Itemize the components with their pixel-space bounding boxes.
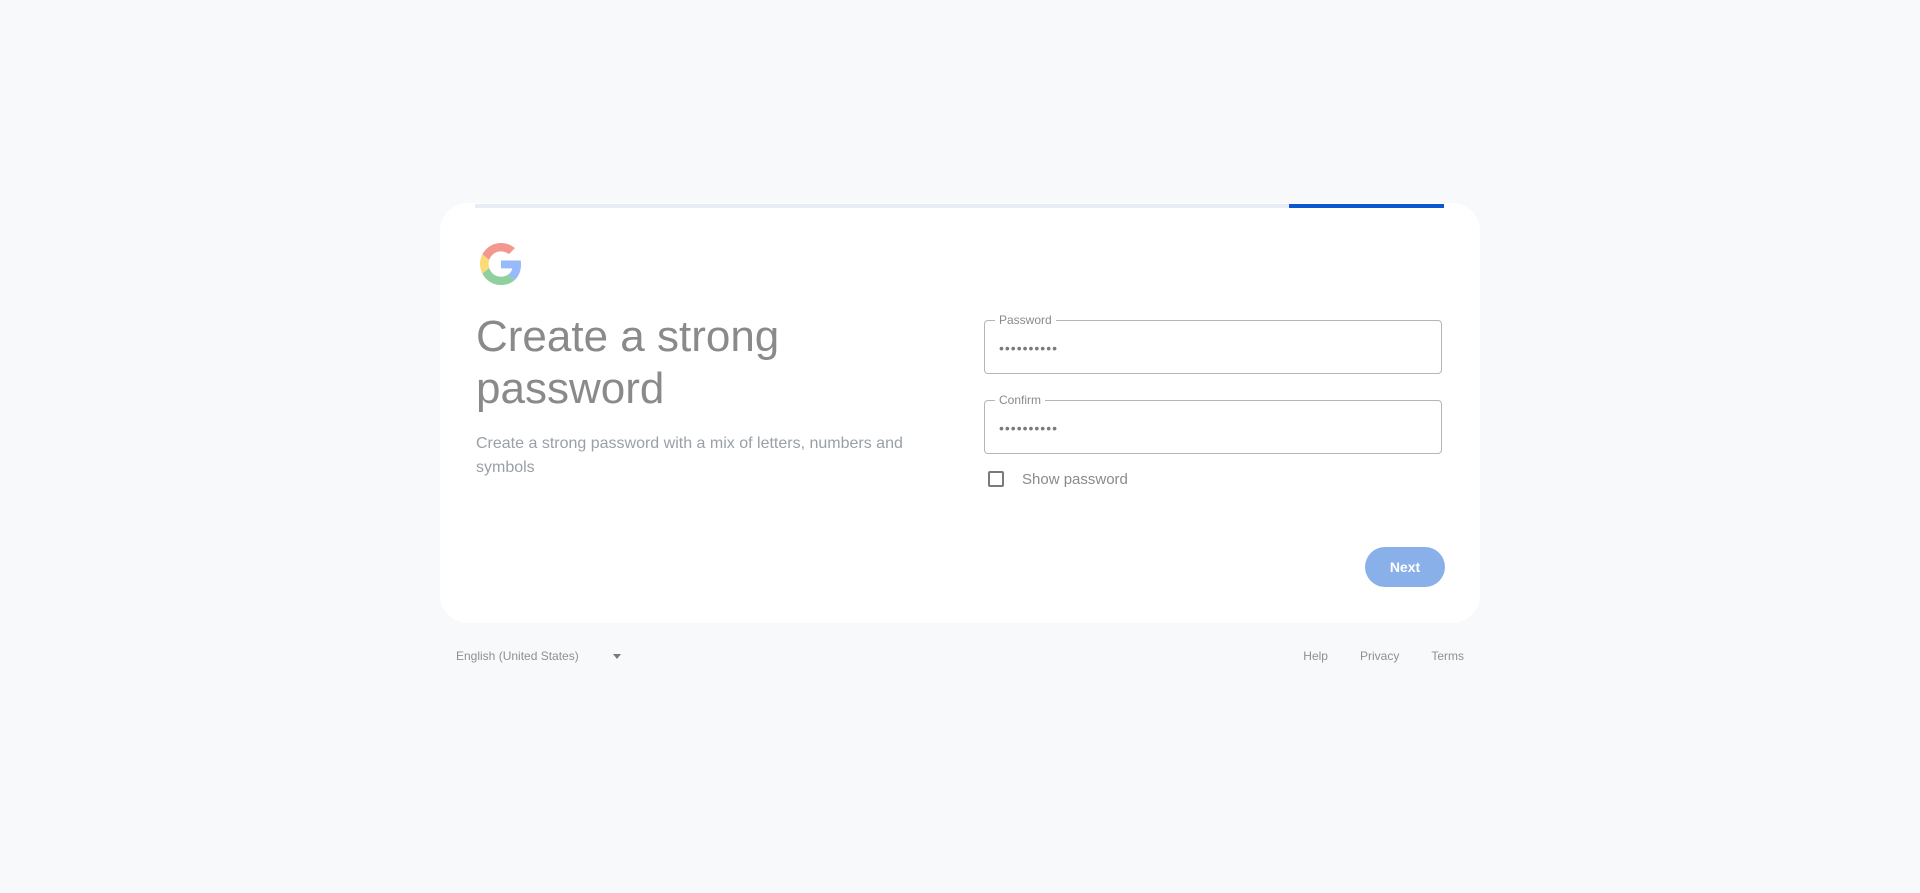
next-button[interactable]: Next <box>1365 547 1445 587</box>
footer-links: Help Privacy Terms <box>1303 649 1464 663</box>
password-field-label: Password <box>995 312 1056 328</box>
show-password-label[interactable]: Show password <box>1022 471 1128 488</box>
privacy-link[interactable]: Privacy <box>1360 649 1399 663</box>
help-link[interactable]: Help <box>1303 649 1328 663</box>
show-password-row[interactable]: Show password <box>984 467 1128 491</box>
google-logo-icon <box>480 243 522 285</box>
language-label[interactable]: English (United States) <box>456 649 579 663</box>
confirm-field-label: Confirm <box>995 392 1046 408</box>
password-field[interactable]: Password •••••••••• <box>984 312 1442 374</box>
page-title: Create a strong password <box>476 312 780 413</box>
signup-card: Create a strong password Create a strong… <box>440 203 1480 623</box>
progress-bar <box>475 204 1444 208</box>
dropdown-caret-icon[interactable] <box>612 653 621 659</box>
confirm-field-value[interactable]: •••••••••• <box>999 418 1058 438</box>
password-field-value[interactable]: •••••••••• <box>999 338 1058 358</box>
confirm-password-field[interactable]: Confirm •••••••••• <box>984 392 1442 454</box>
page-subtitle: Create a strong password with a mix of l… <box>476 435 903 476</box>
language-selector[interactable]: English (United States) <box>456 649 621 663</box>
terms-link[interactable]: Terms <box>1431 649 1464 663</box>
show-password-checkbox[interactable] <box>988 471 1004 487</box>
footer: English (United States) Help Privacy Ter… <box>440 645 1480 667</box>
progress-bar-fill <box>1288 204 1444 208</box>
